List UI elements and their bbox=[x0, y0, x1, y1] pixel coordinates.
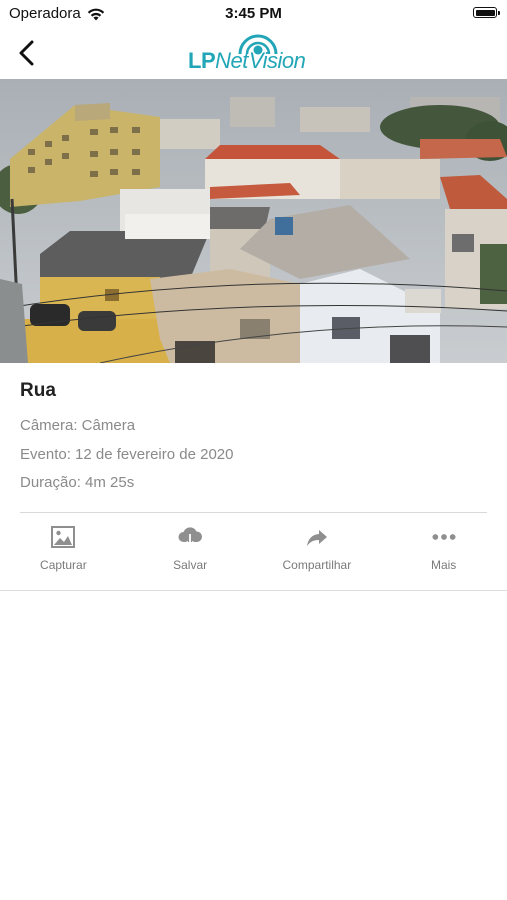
more-label: Mais bbox=[430, 558, 457, 572]
share-label: Compartilhar bbox=[282, 558, 352, 572]
event-info: Rua Câmera: Câmera Evento: 12 de feverei… bbox=[20, 380, 487, 498]
share-button[interactable]: Compartilhar bbox=[254, 518, 381, 588]
status-time: 3:45 PM bbox=[225, 5, 282, 22]
logo-part-net: Net bbox=[215, 48, 248, 73]
logo-text: LPNetVision bbox=[188, 48, 306, 74]
back-button[interactable] bbox=[10, 36, 44, 70]
app-logo: LPNetVision bbox=[188, 32, 322, 74]
more-button[interactable]: Mais bbox=[380, 518, 507, 588]
save-button[interactable]: Salvar bbox=[127, 518, 254, 588]
action-bar: Capturar Salvar Compartilhar Mais bbox=[0, 518, 507, 588]
nav-bar: LPNetVision bbox=[0, 28, 507, 78]
capture-button[interactable]: Capturar bbox=[0, 518, 127, 588]
chevron-left-icon bbox=[19, 40, 34, 66]
event-camera: Câmera: Câmera bbox=[20, 417, 136, 434]
divider bbox=[0, 590, 507, 591]
share-arrow-icon bbox=[306, 530, 327, 546]
event-title: Rua bbox=[20, 380, 56, 401]
capture-label: Capturar bbox=[40, 558, 87, 572]
more-dots-icon bbox=[432, 534, 456, 540]
status-bar: Operadora 3:45 PM bbox=[0, 0, 507, 28]
image-icon bbox=[51, 526, 76, 548]
event-date: Evento: 12 de fevereiro de 2020 bbox=[20, 445, 234, 463]
event-duration: Duração: 4m 25s bbox=[20, 474, 135, 491]
divider bbox=[20, 512, 487, 513]
logo-part-vision: Vision bbox=[248, 48, 306, 73]
event-video-thumbnail[interactable] bbox=[0, 79, 507, 363]
logo-part-lp: LP bbox=[188, 48, 216, 73]
camera-snapshot-image bbox=[0, 79, 507, 363]
battery-icon bbox=[473, 7, 500, 18]
save-label: Salvar bbox=[173, 558, 208, 572]
cloud-download-icon bbox=[178, 527, 203, 547]
